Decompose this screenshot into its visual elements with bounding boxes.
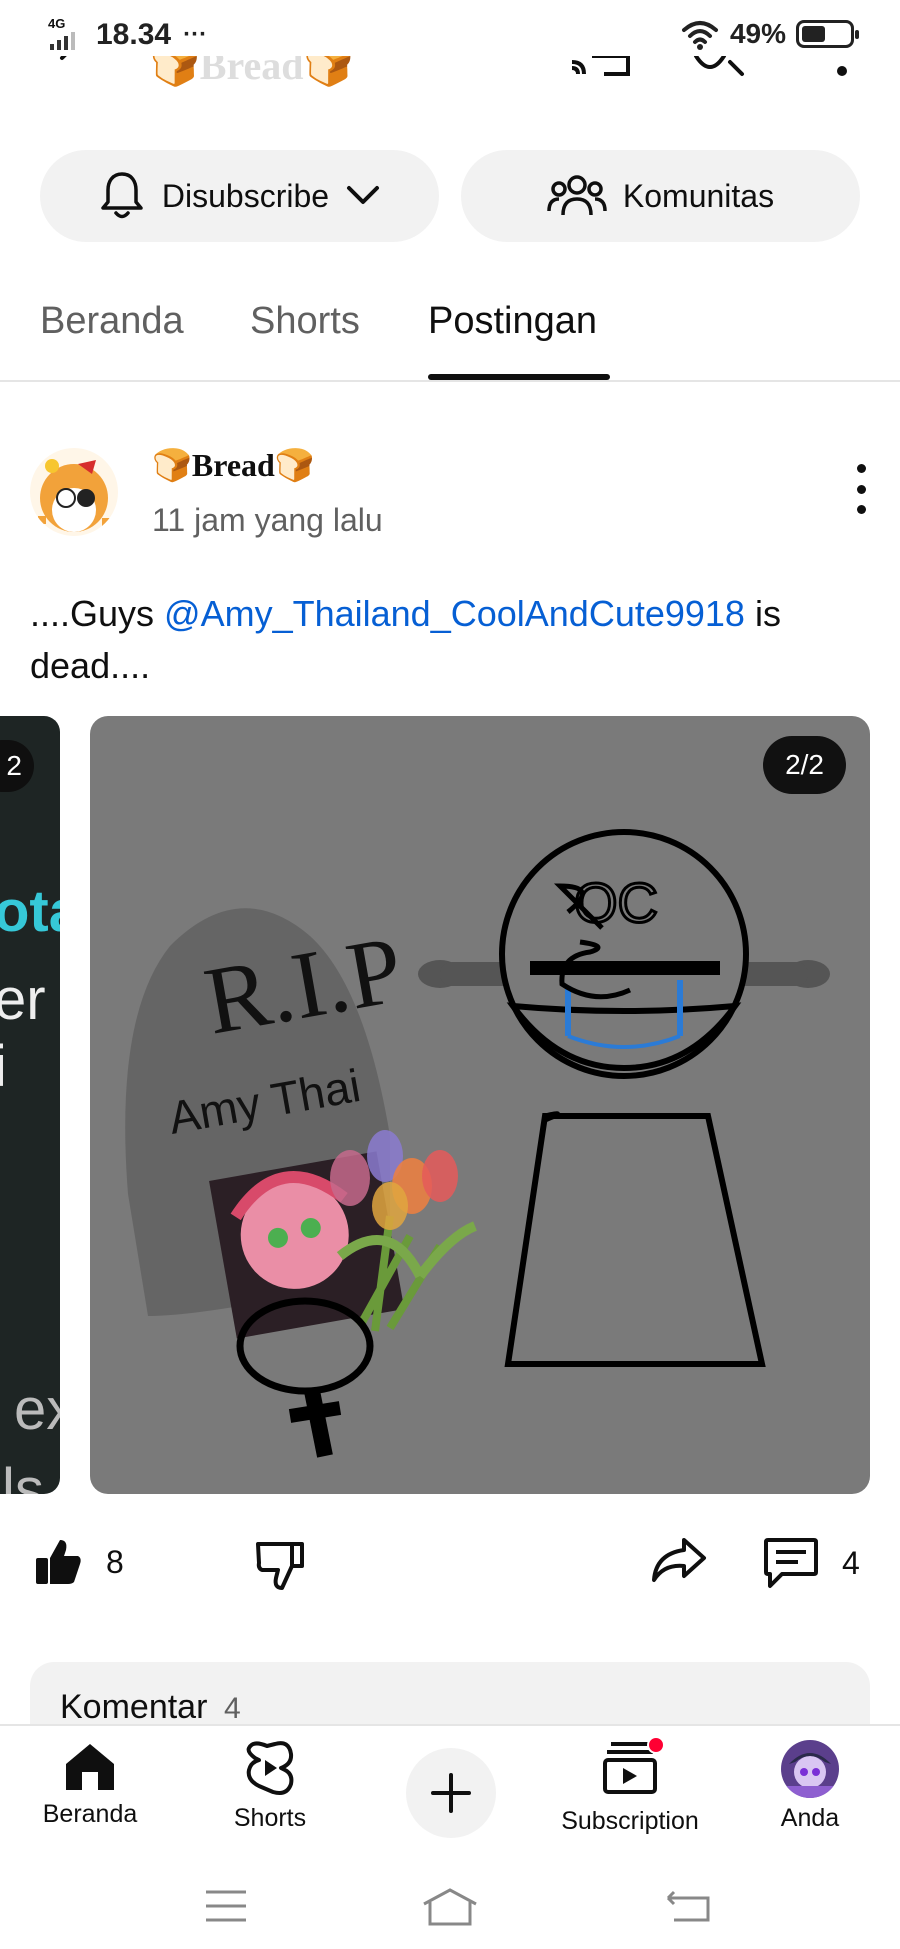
tab-home[interactable]: Beranda <box>40 300 184 343</box>
more-indicator: ··· <box>183 21 208 48</box>
notification-dot <box>647 1736 665 1754</box>
community-label: Komunitas <box>622 177 775 214</box>
previous-image-text: ex <box>14 1377 60 1442</box>
tab-shorts[interactable]: Shorts <box>250 300 360 343</box>
comment-count: 4 <box>842 1544 860 1581</box>
previous-image-text: ls <box>2 1457 44 1494</box>
subscribe-label: Disubscribe <box>161 177 330 214</box>
network-type: 4G <box>48 16 66 31</box>
home-system-icon[interactable] <box>420 1888 480 1928</box>
previous-image-text: ota <box>0 879 60 944</box>
clock: 18.34 <box>96 18 172 51</box>
back-arrow-icon[interactable] <box>50 56 80 78</box>
thumbs-up-icon <box>36 1540 81 1584</box>
recent-apps-icon[interactable] <box>204 1888 248 1924</box>
post-image[interactable]: R.I.P Amy Thai OC 2/2 <box>90 716 870 1494</box>
previous-image-text: er i <box>0 967 46 1099</box>
subscribe-button[interactable]: Disubscribe <box>40 150 439 242</box>
nav-home-label: Beranda <box>42 1800 138 1828</box>
nav-subscriptions[interactable]: Subscription <box>550 1736 710 1836</box>
previous-image-counter: 2 <box>0 740 34 792</box>
post-image-carousel[interactable]: 2 ota er i ex ls R.I.P Amy Thai <box>0 716 900 1496</box>
thumbs-down-icon <box>256 1542 304 1590</box>
nav-subscriptions-label: Subscription <box>561 1807 699 1835</box>
cast-icon[interactable] <box>570 56 630 86</box>
tab-posts[interactable]: Postingan <box>428 300 597 343</box>
back-system-icon[interactable] <box>664 1888 712 1924</box>
nav-you-label: Anda <box>780 1804 840 1832</box>
community-button[interactable]: Komunitas <box>461 150 860 242</box>
channel-tabs: Beranda Shorts Postingan <box>0 290 900 382</box>
more-vert-icon[interactable] <box>832 66 852 86</box>
people-icon <box>547 175 607 216</box>
share-icon <box>652 1538 706 1582</box>
subscriptions-icon-wrap <box>601 1736 665 1801</box>
nav-home[interactable]: Beranda <box>10 1740 170 1829</box>
cellular-signal-icon: 4G <box>48 16 84 52</box>
like-button[interactable]: 8 <box>32 1536 124 1588</box>
system-navigation-bar <box>0 1864 900 1949</box>
post-timestamp: 11 jam yang lalu <box>152 502 383 538</box>
comments-button[interactable]: 4 <box>762 1536 860 1590</box>
plus-icon <box>431 1773 471 1813</box>
nav-shorts-label: Shorts <box>233 1804 307 1832</box>
battery-percentage: 49% <box>729 18 786 49</box>
comments-title: Komentar <box>60 1688 208 1726</box>
active-tab-indicator <box>428 374 610 380</box>
channel-header: 🍞Bread🍞 <box>0 56 900 96</box>
create-button[interactable] <box>406 1748 496 1838</box>
post-author-name[interactable]: 🍞Bread🍞 <box>152 446 315 484</box>
comment-icon <box>764 1538 818 1588</box>
comments-count: 4 <box>224 1692 241 1725</box>
shorts-icon <box>246 1741 294 1795</box>
rip-drawing: R.I.P Amy Thai OC <box>125 829 830 1458</box>
oc-label-text: OC <box>574 871 658 934</box>
post-text-before: ....Guys <box>30 593 165 634</box>
chevron-down-icon <box>347 186 380 204</box>
dislike-button[interactable] <box>254 1536 306 1592</box>
share-button[interactable] <box>650 1536 708 1584</box>
post-options-button[interactable] <box>846 464 876 514</box>
battery-icon <box>796 20 859 48</box>
previous-image-card[interactable]: 2 ota er i ex ls <box>0 716 60 1494</box>
channel-title: 🍞Bread🍞 <box>150 56 354 88</box>
nav-shorts[interactable]: Shorts <box>190 1740 350 1833</box>
nav-you[interactable]: Anda <box>730 1740 890 1833</box>
search-icon[interactable] <box>690 56 750 86</box>
bell-icon <box>101 172 143 219</box>
home-icon <box>66 1744 114 1790</box>
image-counter-badge: 2/2 <box>763 736 846 794</box>
like-count: 8 <box>106 1543 124 1580</box>
channel-actions: Disubscribe Komunitas <box>40 150 860 242</box>
post-text: ....Guys @Amy_Thailand_CoolAndCute9918 i… <box>30 588 870 692</box>
post-author-avatar[interactable] <box>30 448 118 536</box>
bottom-navigation: Beranda Shorts Subscription Anda <box>0 1724 900 1864</box>
post-engagement-bar: 8 4 <box>0 1536 900 1606</box>
user-avatar <box>781 1740 839 1798</box>
post-mention-link[interactable]: @Amy_Thailand_CoolAndCute9918 <box>164 593 745 634</box>
wifi-icon <box>681 21 718 50</box>
